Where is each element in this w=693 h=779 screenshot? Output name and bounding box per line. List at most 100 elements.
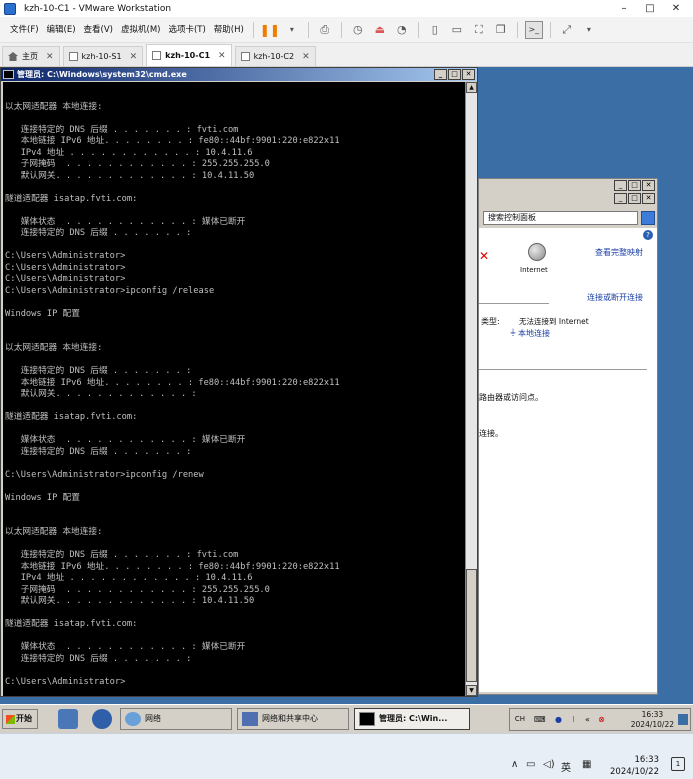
type-label: 类型: — [481, 317, 500, 326]
send-ctrl-alt-del-icon[interactable]: ⎙ — [316, 21, 334, 39]
console-line: 本地链接 IPv6 地址. . . . . . . . : fe80::44bf… — [5, 377, 340, 388]
close-button[interactable]: ✕ — [664, 0, 688, 17]
cmd-output: 以太网适配器 本地连接: 连接特定的 DNS 后缀 . . . . . . . … — [3, 82, 465, 688]
console-line: C:\Users\Administrator> — [5, 274, 126, 284]
keyboard-icon[interactable]: ⌨ — [534, 714, 546, 725]
close-icon[interactable]: ✕ — [462, 69, 475, 80]
tab-close-icon[interactable]: ✕ — [46, 52, 54, 62]
tab-label: kzh-10-S1 — [81, 52, 122, 61]
tab-label: 主页 — [22, 52, 38, 61]
minimize-button[interactable]: – — [612, 0, 636, 17]
minimize-icon[interactable]: _ — [434, 69, 447, 80]
maximize-icon[interactable]: □ — [628, 193, 641, 204]
minimize-icon[interactable]: _ — [614, 180, 627, 191]
search-icon[interactable] — [641, 211, 655, 225]
volume-icon[interactable]: ◁) — [543, 759, 555, 770]
tab-close-icon[interactable]: ✕ — [130, 52, 138, 62]
server-manager-icon[interactable] — [58, 709, 78, 729]
expand-tray-icon[interactable]: « — [582, 714, 593, 725]
host-clock[interactable]: 16:33 2024/10/22 — [610, 754, 659, 778]
stretch-guest-icon[interactable]: ⤢ — [558, 21, 576, 39]
maximize-button[interactable]: □ — [638, 0, 662, 17]
toolbar-separator — [417, 21, 419, 38]
console-view-icon[interactable]: >_ — [524, 20, 543, 39]
cmd-window[interactable]: 管理员: C:\Windows\system32\cmd.exe _ □ ✕ 以… — [0, 67, 478, 697]
local-connection-link[interactable]: 本地连接 — [518, 328, 550, 339]
vm-icon — [68, 52, 78, 61]
tab-kzh-10-s1[interactable]: kzh-10-S1 ✕ — [62, 46, 144, 66]
powershell-icon[interactable] — [92, 709, 112, 729]
help-icon[interactable]: ● — [553, 714, 564, 725]
network-content: ? 查看完整映射 ✕ Internet 连接或断开连接 类型: 无法连接到 In… — [479, 228, 657, 692]
tab-close-icon[interactable]: ✕ — [218, 51, 226, 61]
minimize-icon[interactable]: _ — [614, 193, 627, 204]
vm-icon — [240, 52, 250, 61]
connect-disconnect-link[interactable]: 连接或断开连接 — [587, 292, 643, 303]
guest-clock[interactable]: 16:33 2024/10/22 — [631, 710, 674, 730]
taskbar-button-cmd[interactable]: 管理员: C:\Win... — [354, 708, 470, 730]
taskbar-button-label: 网络 — [145, 714, 161, 723]
dropdown-arrow-icon[interactable]: ▾ — [283, 21, 301, 39]
maximize-icon[interactable]: □ — [628, 180, 641, 191]
snapshot-icon[interactable]: ◷ — [349, 21, 367, 39]
tab-home[interactable]: 主页 ✕ — [2, 46, 60, 66]
close-icon[interactable]: ✕ — [642, 180, 655, 191]
notification-center-icon[interactable]: 1 — [671, 757, 685, 771]
maximize-icon[interactable]: □ — [448, 69, 461, 80]
cmd-console[interactable]: 以太网适配器 本地连接: 连接特定的 DNS 后缀 . . . . . . . … — [3, 82, 465, 696]
network-sharing-window[interactable]: _ □ ✕ _ □ ✕ 搜索控制面板 ? 查看完整映射 ✕ Internet 连… — [478, 178, 658, 695]
menu-edit[interactable]: 编辑(E) — [43, 20, 80, 40]
taskbar-button-network[interactable]: 网络 — [120, 708, 232, 730]
console-line: 连接特定的 DNS 后缀 . . . . . . . : fvti.com — [5, 550, 239, 560]
tab-kzh-10-c1[interactable]: kzh-10-C1 ✕ — [146, 44, 232, 66]
console-line: 连接特定的 DNS 后缀 . . . . . . . : — [5, 653, 192, 664]
snapshot-manager-icon[interactable]: ◔ — [393, 21, 411, 39]
cmd-title: 管理员: C:\Windows\system32\cmd.exe — [17, 70, 187, 79]
unity-icon[interactable]: ❐ — [492, 21, 510, 39]
view-full-map-link[interactable]: 查看完整映射 — [595, 247, 643, 258]
connect-text: 连接。 — [479, 429, 503, 438]
display-icon[interactable]: ▭ — [526, 759, 535, 770]
console-line: 连接特定的 DNS 后缀 . . . . . . . : — [5, 446, 192, 457]
pause-icon[interactable]: ❚❚ — [260, 21, 280, 39]
options-icon[interactable]: ⁝ — [568, 714, 579, 725]
library-view-icon[interactable]: ▯ — [426, 21, 444, 39]
revert-snapshot-icon[interactable]: ⏏ — [371, 21, 389, 39]
router-text: 路由器或访问点。 — [479, 393, 543, 402]
console-line: C:\Users\Administrator> — [5, 262, 126, 273]
network-warning-icon[interactable]: ⊗ — [596, 714, 607, 725]
cmd-scrollbar[interactable]: ▲ ▼ — [465, 82, 477, 696]
chevron-up-icon[interactable]: ∧ — [511, 759, 518, 770]
search-input[interactable]: 搜索控制面板 — [483, 211, 638, 225]
host-taskbar: ∧ ▭ ◁) 英 ▦ 16:33 2024/10/22 1 — [0, 733, 693, 779]
menu-view[interactable]: 查看(V) — [80, 20, 117, 40]
input-lang-ch[interactable]: CH — [513, 714, 527, 725]
ime-lang[interactable]: 英 — [561, 759, 571, 774]
taskbar-button-sharing-center[interactable]: 网络和共享中心 — [237, 708, 349, 730]
close-icon[interactable]: ✕ — [642, 193, 655, 204]
scroll-up-icon[interactable]: ▲ — [466, 82, 477, 93]
fullscreen-icon[interactable]: ⛶ — [470, 21, 488, 39]
thumbnail-view-icon[interactable]: ▭ — [448, 21, 466, 39]
menu-help[interactable]: 帮助(H) — [210, 20, 248, 40]
ime-mode-icon[interactable]: ▦ — [582, 759, 591, 770]
menu-tabs[interactable]: 选项卡(T) — [164, 20, 209, 40]
scroll-down-icon[interactable]: ▼ — [466, 685, 477, 696]
menu-vm[interactable]: 虚拟机(M) — [117, 20, 164, 40]
scroll-thumb[interactable] — [466, 569, 477, 682]
guest-desktop: _ □ ✕ _ □ ✕ 搜索控制面板 ? 查看完整映射 ✕ Internet 连… — [0, 67, 693, 733]
dropdown-arrow-icon[interactable]: ▾ — [580, 21, 598, 39]
show-desktop-icon[interactable] — [678, 714, 688, 725]
console-line: C:\Users\Administrator>ipconfig /renew — [5, 469, 204, 480]
console-line: 以太网适配器 本地连接: — [5, 343, 103, 353]
tab-close-icon[interactable]: ✕ — [302, 52, 310, 62]
help-icon[interactable]: ? — [643, 230, 653, 240]
menu-file[interactable]: 文件(F) — [6, 20, 43, 40]
internet-globe-icon — [528, 243, 546, 261]
tab-kzh-10-c2[interactable]: kzh-10-C2 ✕ — [234, 46, 316, 66]
start-button[interactable]: 开始 — [2, 709, 38, 729]
window-titlebar: _ □ ✕ — [479, 192, 657, 205]
